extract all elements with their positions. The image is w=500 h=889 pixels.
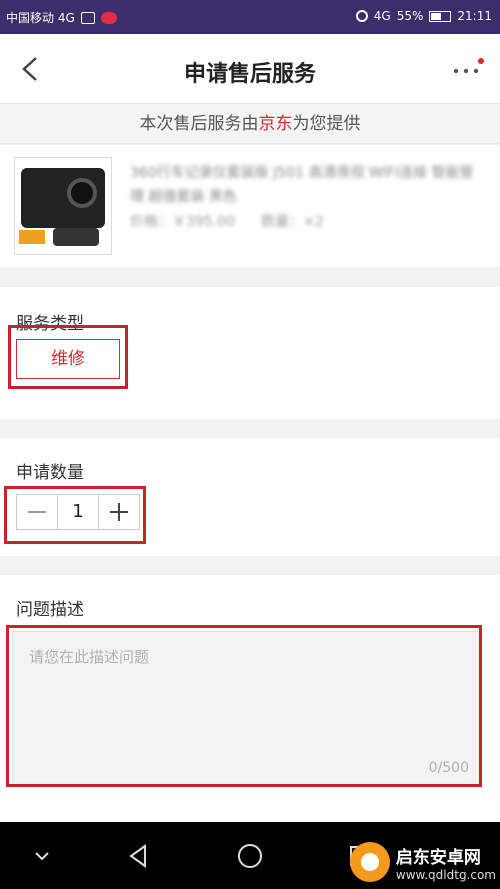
watermark-logo-icon	[349, 842, 390, 882]
alarm-icon	[355, 10, 368, 22]
sim-icon	[80, 11, 95, 24]
camera-lens-icon	[67, 178, 97, 208]
quantity-label: 申请数量	[16, 463, 84, 483]
nav-home-button[interactable]	[230, 836, 270, 876]
triangle-back-icon	[129, 844, 146, 868]
page-title: 申请售后服务	[183, 62, 316, 87]
product-card[interactable]: 360行车记录仪套装版 J501 高清夜视 WIFI连接 智能管理 超值套装 黑…	[0, 145, 500, 267]
chevron-down-icon	[35, 852, 49, 861]
more-menu-button[interactable]	[450, 56, 486, 82]
site-watermark: 启东安卓网 www.qdldtg.com	[349, 842, 496, 882]
provider-suffix: 为您提供	[292, 114, 361, 134]
watermark-url: www.qdldtg.com	[395, 867, 496, 882]
product-meta: 价格：￥395.00 数量：×2	[130, 211, 324, 231]
battery-percent: 55%	[396, 9, 424, 23]
carrier-text: 中国移动 4G	[6, 11, 75, 25]
product-qty: 数量：×2	[261, 214, 324, 230]
product-price: 价格：￥395.00	[130, 214, 235, 230]
service-type-section: 服务类型 维修	[0, 287, 500, 419]
highlight-box	[6, 625, 482, 787]
clock: 21:11	[457, 9, 492, 23]
promo-tag	[19, 230, 45, 244]
network-type: 4G	[373, 9, 391, 23]
more-dots-icon	[453, 58, 484, 74]
provider-prefix: 本次售后服务由	[139, 114, 259, 134]
circle-home-icon	[238, 844, 262, 868]
nav-back-button[interactable]	[118, 836, 158, 876]
provider-banner: 本次售后服务由京东为您提供	[0, 104, 500, 144]
provider-brand: 京东	[258, 114, 293, 134]
highlight-box	[4, 486, 146, 544]
accessory-image	[53, 228, 99, 246]
watermark-title: 启东安卓网	[395, 847, 481, 868]
product-thumbnail	[14, 157, 112, 255]
nav-collapse-button[interactable]	[22, 836, 62, 876]
notification-icon	[100, 11, 117, 24]
highlight-box	[8, 325, 128, 389]
quantity-section: 申请数量 1	[0, 438, 500, 556]
problem-section: 问题描述 0/500	[0, 575, 500, 825]
app-header: 申请售后服务	[0, 34, 500, 104]
product-name: 360行车记录仪套装版 J501 高清夜视 WIFI连接 智能管理 超值套装 黑…	[130, 165, 474, 205]
status-bar: 中国移动 4G 4G 55% 21:11	[0, 0, 500, 34]
problem-label: 问题描述	[16, 600, 84, 620]
battery-icon	[429, 10, 452, 22]
